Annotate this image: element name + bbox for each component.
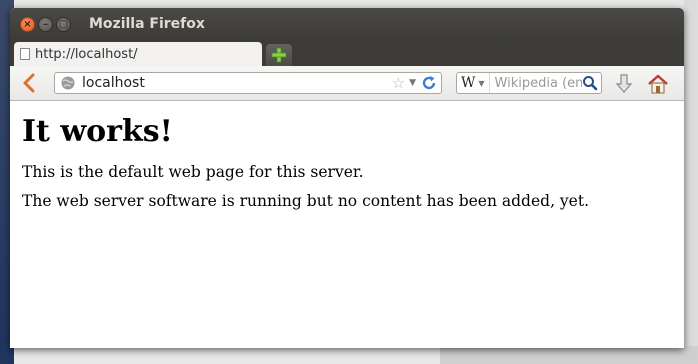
new-tab-button[interactable] [266,44,292,66]
home-icon [648,74,668,94]
page-paragraph: The web server software is running but n… [22,192,590,210]
download-arrow-icon [615,74,633,93]
back-arrow-icon [23,73,35,93]
url-bar[interactable]: localhost ☆ ▼ [54,72,442,94]
plus-icon [271,47,287,63]
url-dropdown-icon[interactable]: ▼ [409,78,416,88]
wikipedia-icon: W [461,75,476,91]
minimize-window-button[interactable]: – [38,16,53,32]
search-icon[interactable] [582,75,598,91]
navigation-toolbar: localhost ☆ ▼ W ▼ Wikipedia (en) [10,66,684,101]
browser-window: × – □ Mozilla Firefox http://localhost/ [10,8,684,348]
tab-localhost[interactable]: http://localhost/ [14,42,262,66]
globe-icon [61,76,75,90]
page-content: It works! This is the default web page f… [10,104,684,348]
engine-dropdown-icon: ▼ [478,78,485,88]
desktop-right-edge [684,0,698,364]
bookmark-star-icon[interactable]: ☆ [392,74,405,92]
home-button[interactable] [646,73,670,95]
downloads-button[interactable] [612,73,636,95]
search-engine-selector[interactable]: W ▼ [457,73,490,93]
tab-label: http://localhost/ [35,46,138,62]
title-bar: × – □ Mozilla Firefox [10,8,684,40]
desktop-bottom-strip [440,346,698,364]
maximize-window-button[interactable]: □ [56,16,71,32]
back-button[interactable] [16,71,42,95]
tab-strip: http://localhost/ [10,40,684,66]
close-window-button[interactable]: × [20,16,35,32]
url-input[interactable]: localhost [76,75,392,91]
search-input[interactable]: Wikipedia (en) [490,76,582,91]
reload-icon[interactable] [421,75,437,91]
search-bar[interactable]: W ▼ Wikipedia (en) [456,72,602,94]
window-title: Mozilla Firefox [89,16,205,32]
page-heading: It works! [22,114,173,149]
page-paragraph: This is the default web page for this se… [22,163,364,181]
page-favicon-icon [20,48,30,60]
